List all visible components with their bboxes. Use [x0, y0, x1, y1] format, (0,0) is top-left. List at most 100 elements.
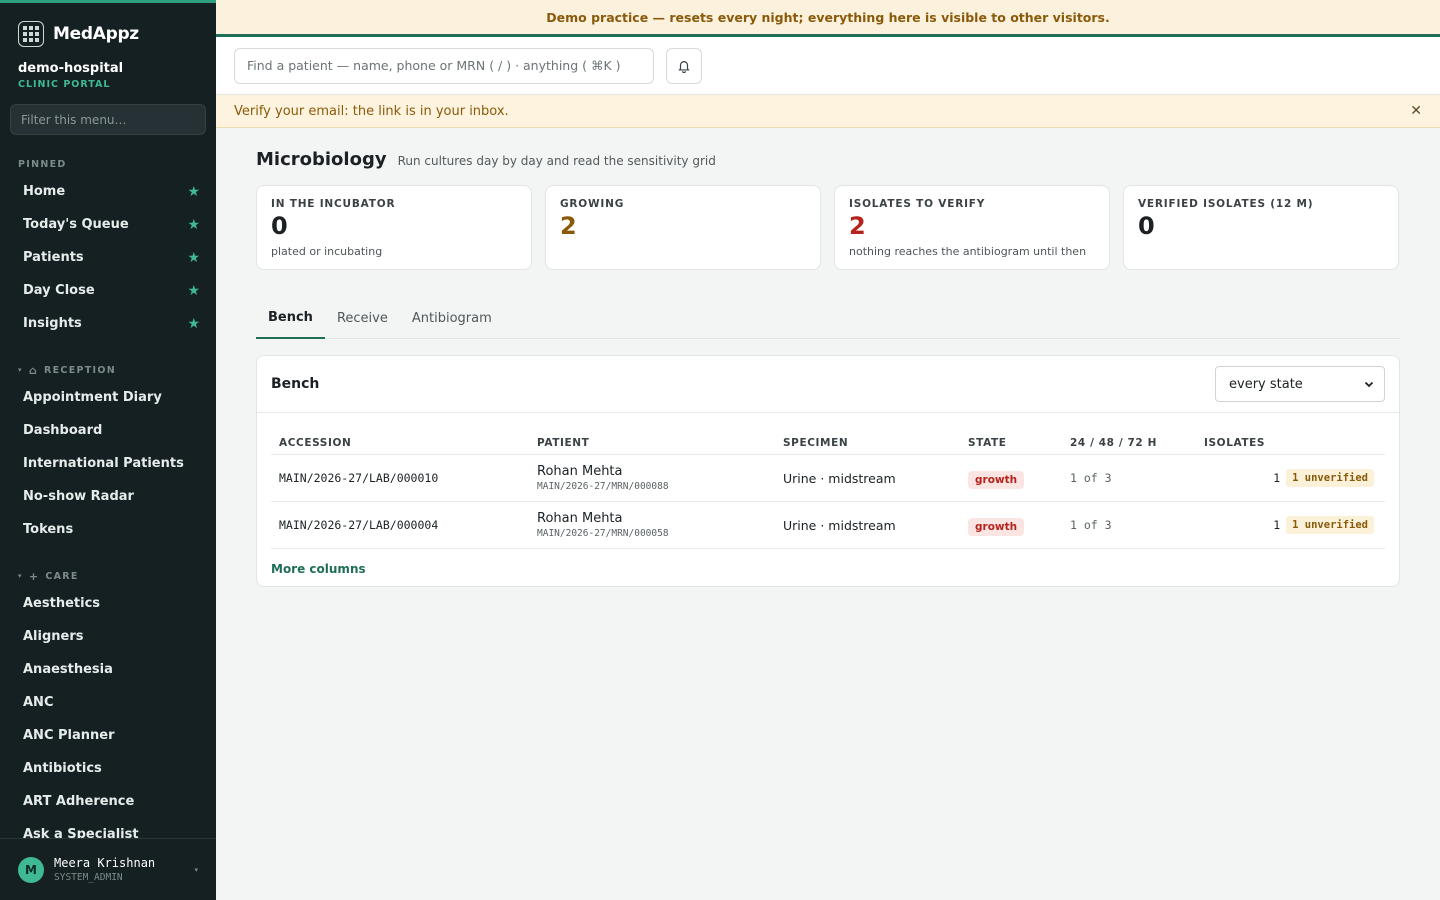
- nav-label: Aligners: [23, 629, 84, 644]
- column-header[interactable]: STATE: [968, 437, 1070, 449]
- sidebar-item-aligners[interactable]: Aligners: [0, 620, 216, 653]
- org-switcher[interactable]: demo-hospital CLINIC PORTAL: [0, 49, 216, 90]
- care-section-toggle[interactable]: ▾ + CARE: [0, 569, 216, 583]
- stat-hint: nothing reaches the antibiogram until th…: [849, 245, 1087, 258]
- sidebar-item-art-adherence[interactable]: ART Adherence: [0, 785, 216, 818]
- user-name: Meera Krishnan: [54, 856, 156, 870]
- brand[interactable]: MedAppz: [0, 3, 216, 49]
- nav-label: No-show Radar: [23, 489, 134, 504]
- chevron-down-icon: [1364, 381, 1374, 388]
- table-header-row: ACCESSION PATIENT SPECIMEN STATE 24 / 48…: [271, 431, 1385, 455]
- bell-icon: [678, 60, 690, 73]
- sidebar-item-todays-queue[interactable]: Today's Queue ★: [0, 208, 216, 241]
- nav-label: Insights: [23, 316, 82, 331]
- star-icon[interactable]: ★: [187, 316, 200, 332]
- verify-email-banner: Verify your email: the link is in your i…: [216, 95, 1440, 128]
- org-name: demo-hospital: [18, 61, 124, 76]
- nav-label: Patients: [23, 250, 84, 265]
- patient-mrn: MAIN/2026-27/MRN/000088: [537, 481, 669, 492]
- sidebar-item-anc[interactable]: ANC: [0, 686, 216, 719]
- bench-card-header: Bench every state: [257, 356, 1399, 413]
- sidebar: MedAppz demo-hospital CLINIC PORTAL Filt…: [0, 0, 216, 900]
- table-row[interactable]: MAIN/2026-27/LAB/000010 Rohan Mehta MAIN…: [271, 455, 1385, 502]
- table-row[interactable]: MAIN/2026-27/LAB/000004 Rohan Mehta MAIN…: [271, 502, 1385, 549]
- page-title: Microbiology: [256, 149, 387, 170]
- sidebar-item-tokens[interactable]: Tokens: [0, 513, 216, 546]
- org-subtitle: CLINIC PORTAL: [18, 79, 111, 90]
- sidebar-item-aesthetics[interactable]: Aesthetics: [0, 587, 216, 620]
- demo-banner: Demo practice — resets every night; ever…: [216, 0, 1440, 37]
- menu-filter-placeholder: Filter this menu…: [21, 112, 127, 127]
- reception-section-toggle[interactable]: ▾ ⌂ RECEPTION: [0, 363, 216, 377]
- nav-label: Home: [23, 184, 66, 199]
- unverified-badge: 1 unverified: [1286, 516, 1374, 534]
- bench-card: Bench every state ACCESSION PATIENT SPEC…: [256, 355, 1400, 587]
- patient-cell[interactable]: Rohan Mehta MAIN/2026-27/MRN/000058: [537, 511, 783, 539]
- stat-label: GROWING: [560, 198, 625, 210]
- sidebar-item-international-patients[interactable]: International Patients: [0, 447, 216, 480]
- state-filter-select[interactable]: every state: [1215, 366, 1385, 402]
- state-filter-value: every state: [1229, 376, 1303, 392]
- tab-receive[interactable]: Receive: [325, 297, 400, 339]
- nav-label: Aesthetics: [23, 596, 101, 611]
- column-header[interactable]: ISOLATES: [1204, 437, 1374, 449]
- stat-value: 0: [1138, 212, 1155, 240]
- state-cell: growth: [968, 517, 1070, 536]
- nav-label: Tokens: [23, 522, 74, 537]
- sidebar-item-home[interactable]: Home ★: [0, 175, 216, 208]
- nav-label: International Patients: [23, 456, 184, 471]
- tab-antibiogram[interactable]: Antibiogram: [400, 297, 504, 339]
- sidebar-item-dashboard[interactable]: Dashboard: [0, 414, 216, 447]
- star-icon[interactable]: ★: [187, 184, 200, 200]
- stat-label: VERIFIED ISOLATES (12 M): [1138, 198, 1314, 210]
- stat-value: 2: [849, 212, 866, 240]
- sidebar-item-antibiotics[interactable]: Antibiotics: [0, 752, 216, 785]
- more-columns-link[interactable]: More columns: [257, 549, 1399, 576]
- stats-row: IN THE INCUBATOR 0 plated or incubating …: [256, 185, 1400, 270]
- sidebar-item-appointment-diary[interactable]: Appointment Diary: [0, 381, 216, 414]
- user-menu[interactable]: M Meera Krishnan SYSTEM_ADMIN ▾: [0, 838, 216, 900]
- bench-table: ACCESSION PATIENT SPECIMEN STATE 24 / 48…: [271, 431, 1385, 549]
- demo-banner-text: Demo practice — resets every night; ever…: [546, 9, 1110, 25]
- bench-title: Bench: [271, 376, 320, 392]
- menu-filter-input[interactable]: Filter this menu…: [10, 104, 206, 135]
- stat-card-verified-isolates[interactable]: VERIFIED ISOLATES (12 M) 0: [1123, 185, 1399, 270]
- stat-card-isolates-to-verify[interactable]: ISOLATES TO VERIFY 2 nothing reaches the…: [834, 185, 1110, 270]
- home-icon: ⌂: [28, 363, 39, 377]
- sidebar-item-insights[interactable]: Insights ★: [0, 307, 216, 340]
- column-header[interactable]: SPECIMEN: [783, 437, 968, 449]
- star-icon[interactable]: ★: [187, 250, 200, 266]
- patient-mrn: MAIN/2026-27/MRN/000058: [537, 528, 669, 539]
- reception-label-text: RECEPTION: [44, 364, 116, 376]
- nav-label: Antibiotics: [23, 761, 102, 776]
- column-header[interactable]: 24 / 48 / 72 H: [1070, 437, 1204, 449]
- patient-search-input[interactable]: Find a patient — name, phone or MRN ( / …: [234, 47, 654, 84]
- stat-card-growing[interactable]: GROWING 2: [545, 185, 821, 270]
- stat-card-incubator[interactable]: IN THE INCUBATOR 0 plated or incubating: [256, 185, 532, 270]
- notifications-button[interactable]: [666, 47, 702, 84]
- stat-value: 0: [271, 212, 288, 240]
- sidebar-item-anaesthesia[interactable]: Anaesthesia: [0, 653, 216, 686]
- star-icon[interactable]: ★: [187, 217, 200, 233]
- sidebar-item-day-close[interactable]: Day Close ★: [0, 274, 216, 307]
- tab-bench[interactable]: Bench: [256, 297, 325, 339]
- accession-cell[interactable]: MAIN/2026-27/LAB/000004: [271, 518, 537, 532]
- accession-cell[interactable]: MAIN/2026-27/LAB/000010: [271, 471, 537, 485]
- column-header[interactable]: PATIENT: [537, 437, 783, 449]
- patient-cell[interactable]: Rohan Mehta MAIN/2026-27/MRN/000088: [537, 464, 783, 492]
- star-icon[interactable]: ★: [187, 283, 200, 299]
- sidebar-item-patients[interactable]: Patients ★: [0, 241, 216, 274]
- pinned-section-label: PINNED: [0, 157, 216, 171]
- specimen-cell: Urine · midstream: [783, 470, 896, 486]
- sidebar-item-anc-planner[interactable]: ANC Planner: [0, 719, 216, 752]
- close-icon[interactable]: ✕: [1410, 103, 1422, 119]
- stat-hint: plated or incubating: [271, 245, 383, 258]
- state-cell: growth: [968, 470, 1070, 489]
- unverified-badge: 1 unverified: [1286, 469, 1374, 487]
- page-header: Microbiology Run cultures day by day and…: [256, 149, 1400, 170]
- specimen-cell: Urine · midstream: [783, 517, 896, 533]
- nav-label: Appointment Diary: [23, 390, 162, 405]
- column-header[interactable]: ACCESSION: [271, 437, 537, 449]
- stat-label: IN THE INCUBATOR: [271, 198, 396, 210]
- sidebar-item-no-show-radar[interactable]: No-show Radar: [0, 480, 216, 513]
